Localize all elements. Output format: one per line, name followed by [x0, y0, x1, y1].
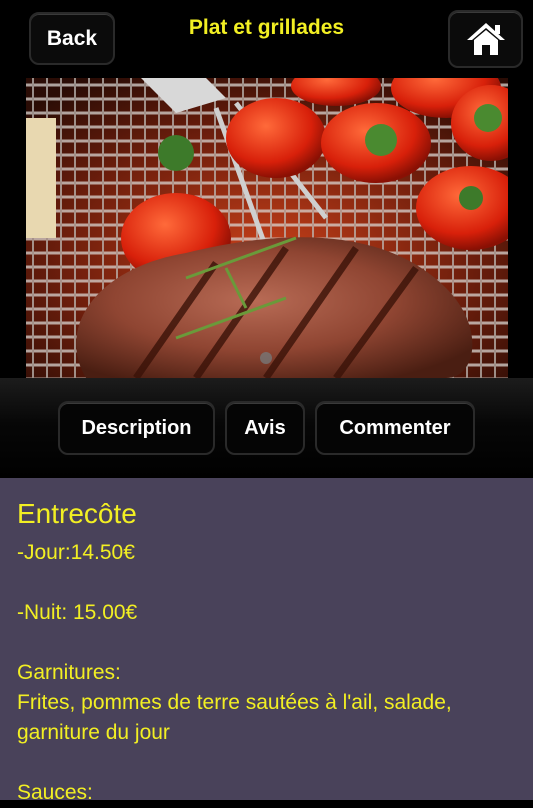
- tab-description[interactable]: Description: [58, 401, 215, 455]
- tab-avis-label: Avis: [244, 416, 286, 439]
- tab-description-label: Description: [81, 416, 192, 439]
- price-day: -Jour:14.50€: [17, 541, 135, 564]
- home-button[interactable]: [448, 10, 523, 68]
- header-bar: Back Plat et grillades: [0, 0, 533, 68]
- sauces-heading: Sauces:: [17, 781, 93, 804]
- garnish-line-1: Frites, pommes de terre sautées à l'ail,…: [17, 691, 452, 714]
- dish-photo[interactable]: [26, 78, 508, 378]
- garnish-heading: Garnitures:: [17, 661, 121, 684]
- description-panel: Entrecôte -Jour:14.50€ -Nuit: 15.00€ Gar…: [0, 478, 533, 804]
- home-icon: [466, 23, 505, 55]
- dish-name: Entrecôte: [17, 498, 137, 529]
- tab-commenter[interactable]: Commenter: [315, 401, 475, 455]
- photo-area: [0, 68, 533, 378]
- tab-commenter-label: Commenter: [339, 416, 451, 439]
- garnish-line-2: garniture du jour: [17, 721, 170, 744]
- tab-avis[interactable]: Avis: [225, 401, 305, 455]
- price-night: -Nuit: 15.00€: [17, 601, 138, 624]
- steak-image: [26, 78, 508, 378]
- tab-bar: Description Avis Commenter: [0, 378, 533, 478]
